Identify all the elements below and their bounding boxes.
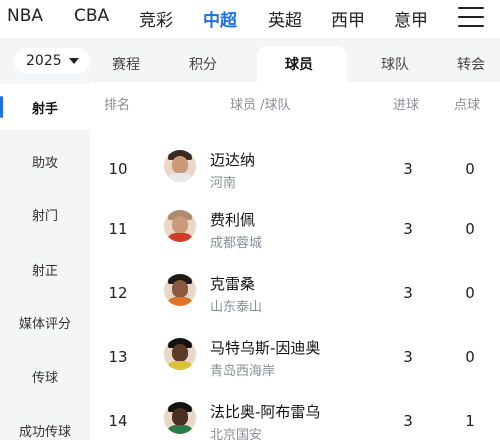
league-tab-nba[interactable]: NBA [7, 6, 43, 26]
table-row[interactable]: 11 费利佩 成都蓉城 3 0 [90, 198, 500, 262]
player-team: 山东泰山 [210, 300, 263, 315]
player-goals: 3 [403, 412, 413, 430]
player-goals: 3 [403, 348, 413, 366]
row-rank: 14 [108, 412, 128, 430]
row-rank: 11 [108, 220, 128, 238]
row-rank: 13 [108, 348, 128, 366]
season-value: 2025 [26, 53, 62, 69]
sidebar-item-assists[interactable]: 助攻 [0, 152, 90, 171]
sidebar-item-shots[interactable]: 射门 [0, 205, 90, 224]
sidebar-item-scorers[interactable]: 射手 [0, 98, 90, 117]
player-name: 马特乌斯-因迪奥 [210, 339, 321, 357]
sidebar-item-shots-on-target[interactable]: 射正 [0, 260, 90, 279]
player-avatar [164, 150, 196, 182]
header-goals: 进球 [393, 98, 420, 113]
table-row[interactable]: 14 法比奥-阿布雷乌 北京国安 3 1 [90, 390, 500, 440]
sub-nav: 2025 赛程 积分 球员 球队 转会 [0, 38, 500, 82]
header-rank: 排名 [104, 98, 131, 113]
league-tab-seriea[interactable]: 意甲 [394, 6, 428, 31]
player-avatar [164, 210, 196, 242]
tab-standings[interactable]: 积分 [189, 54, 217, 74]
league-tab-csl[interactable]: 中超 [203, 6, 237, 31]
tab-schedule[interactable]: 赛程 [112, 54, 140, 74]
table-row[interactable]: 12 克雷桑 山东泰山 3 0 [90, 262, 500, 326]
season-select[interactable]: 2025 [14, 48, 90, 74]
player-avatar [164, 402, 196, 434]
tab-transfers[interactable]: 转会 [457, 54, 485, 74]
league-tab-cba[interactable]: CBA [74, 6, 109, 26]
player-name: 法比奥-阿布雷乌 [210, 403, 321, 421]
table-row[interactable]: 13 马特乌斯-因迪奥 青岛西海岸 3 0 [90, 326, 500, 390]
player-avatar [164, 274, 196, 306]
player-goals: 3 [403, 220, 413, 238]
player-penalties: 0 [465, 160, 475, 178]
player-avatar [164, 338, 196, 370]
hamburger-menu-icon[interactable] [458, 7, 484, 29]
player-name: 费利佩 [210, 211, 256, 229]
player-penalties: 0 [465, 348, 475, 366]
league-nav: NBA CBA 竞彩 中超 英超 西甲 意甲 [0, 0, 500, 38]
sidebar-item-media-rating[interactable]: 媒体评分 [0, 313, 90, 332]
player-penalties: 0 [465, 284, 475, 302]
table-row[interactable]: 10 迈达纳 河南 3 0 [90, 138, 500, 202]
player-name: 克雷桑 [210, 275, 256, 293]
row-rank: 10 [108, 160, 128, 178]
header-penalties: 点球 [454, 98, 481, 113]
player-team: 北京国安 [210, 428, 263, 440]
player-penalties: 1 [465, 412, 475, 430]
league-tab-jingcai[interactable]: 竞彩 [139, 6, 173, 31]
header-player-team: 球员 /球队 [230, 98, 291, 113]
player-team: 成都蓉城 [210, 236, 263, 251]
player-penalties: 0 [465, 220, 475, 238]
player-team: 河南 [210, 176, 237, 191]
tab-teams[interactable]: 球队 [381, 54, 409, 74]
player-goals: 3 [403, 284, 413, 302]
player-goals: 3 [403, 160, 413, 178]
row-rank: 12 [108, 284, 128, 302]
player-team: 青岛西海岸 [210, 364, 276, 379]
tab-players[interactable]: 球员 [285, 54, 313, 74]
league-tab-epl[interactable]: 英超 [268, 6, 302, 31]
sidebar-item-passes[interactable]: 传球 [0, 367, 90, 386]
league-tab-laliga[interactable]: 西甲 [331, 6, 365, 31]
player-name: 迈达纳 [210, 151, 256, 169]
sidebar-item-successful-passes[interactable]: 成功传球 [0, 421, 90, 440]
chevron-down-icon [69, 58, 79, 64]
